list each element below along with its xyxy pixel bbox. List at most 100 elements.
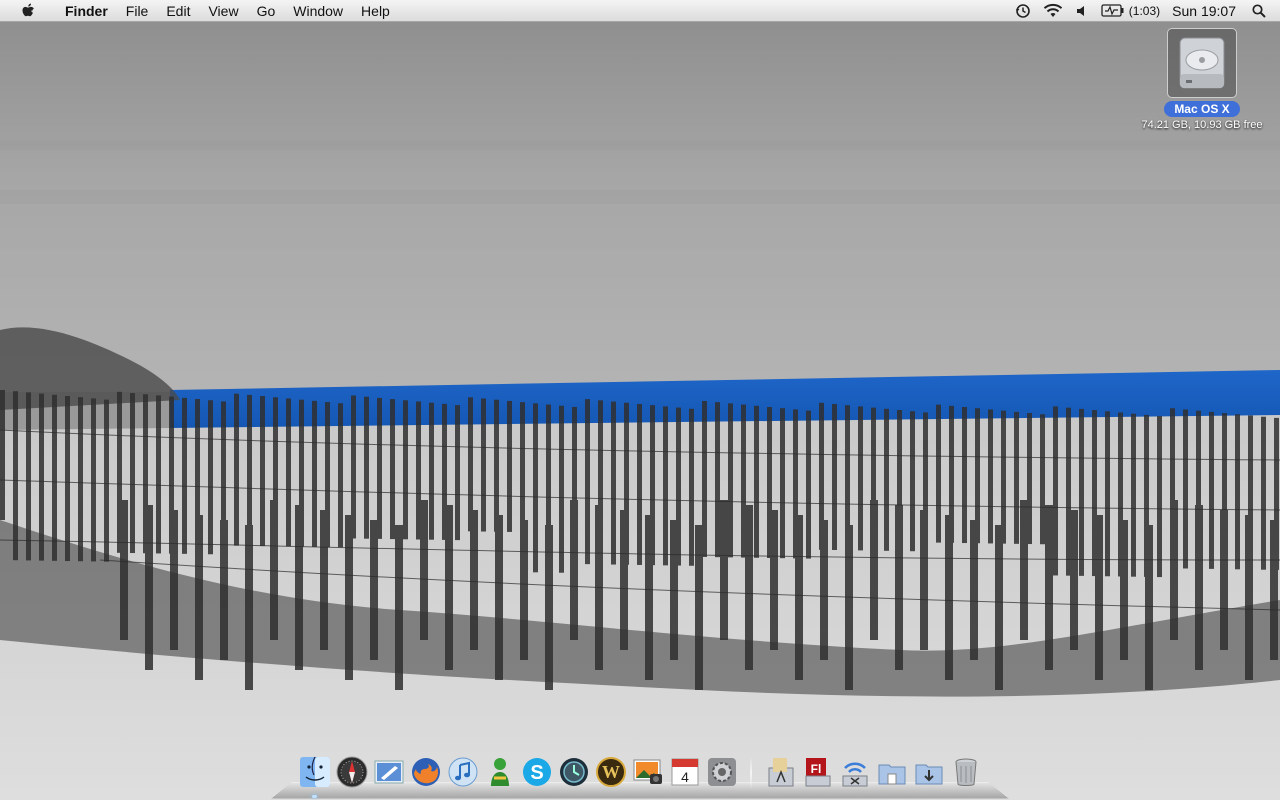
- fence-post: [559, 405, 564, 573]
- fence-post: [320, 510, 328, 650]
- fence-post: [420, 500, 428, 640]
- dock-documents-stack-icon[interactable]: [875, 754, 908, 790]
- fence-post: [39, 393, 44, 561]
- menu-file[interactable]: File: [117, 0, 158, 22]
- fence-post: [286, 398, 291, 547]
- fence-post: [377, 397, 382, 539]
- menubar-clock[interactable]: Sun 19:07: [1166, 0, 1246, 22]
- fence-post: [234, 393, 239, 546]
- app-menu-finder[interactable]: Finder: [56, 0, 117, 22]
- fence-post: [1209, 411, 1214, 569]
- fence-post: [295, 505, 303, 670]
- drive-name-label[interactable]: Mac OS X: [1164, 101, 1240, 117]
- fence-post: [481, 398, 486, 532]
- fence-post: [260, 396, 265, 547]
- dock-trash-icon[interactable]: [949, 754, 982, 790]
- fence-post: [637, 403, 642, 565]
- dock-safari-icon[interactable]: [335, 754, 368, 790]
- battery-icon[interactable]: (1:03): [1095, 0, 1166, 22]
- menu-view[interactable]: View: [199, 0, 247, 22]
- menu-edit[interactable]: Edit: [157, 0, 199, 22]
- fence-post: [1220, 510, 1228, 650]
- dock-time-machine-icon[interactable]: [557, 754, 590, 790]
- svg-text:Fl: Fl: [810, 762, 821, 776]
- dock: S W 4 Fl: [298, 750, 982, 798]
- menu-help[interactable]: Help: [352, 0, 399, 22]
- fence-post: [0, 390, 5, 520]
- dock-skype-icon[interactable]: S: [520, 754, 553, 790]
- fence-post: [507, 400, 512, 532]
- dock-adium-icon[interactable]: [483, 754, 516, 790]
- dock-flash-stack-icon[interactable]: Fl: [801, 754, 834, 790]
- fence-post: [1001, 410, 1006, 544]
- hard-drive-desktop-icon[interactable]: Mac OS X 74.21 GB, 10.93 GB free: [1140, 28, 1264, 131]
- fence-post: [720, 500, 728, 640]
- fence-post: [345, 515, 353, 680]
- fence-post: [338, 403, 343, 548]
- dock-utilities-stack-icon[interactable]: [838, 754, 871, 790]
- fence-post: [1120, 520, 1128, 660]
- fence-post: [988, 409, 993, 544]
- menu-window[interactable]: Window: [284, 0, 352, 22]
- fence-post: [715, 402, 720, 558]
- dock-mail-icon[interactable]: [372, 754, 405, 790]
- fence-post: [1235, 414, 1240, 570]
- fence-post: [429, 402, 434, 540]
- dock-ical-icon[interactable]: 4: [668, 754, 701, 790]
- fence-post: [620, 510, 628, 650]
- wifi-icon[interactable]: [1037, 0, 1069, 22]
- fence-post: [663, 406, 668, 566]
- fence-post: [670, 520, 678, 660]
- fence-post: [220, 520, 228, 660]
- hard-drive-icon[interactable]: [1167, 28, 1237, 98]
- fence-post: [370, 520, 378, 660]
- dock-finder-icon[interactable]: [298, 754, 331, 798]
- menu-bar: Finder File Edit View Go Window Help (1:…: [0, 0, 1280, 22]
- dock-firefox-icon[interactable]: [409, 754, 442, 790]
- fence-post: [403, 400, 408, 540]
- fence-post: [1170, 500, 1178, 640]
- spotlight-icon[interactable]: [1246, 0, 1280, 22]
- fence-post: [208, 400, 213, 555]
- fence-post: [570, 500, 578, 640]
- dock-downloads-stack-icon[interactable]: [912, 754, 945, 790]
- menu-go[interactable]: Go: [248, 0, 285, 22]
- fence-post: [247, 394, 252, 546]
- fence-post: [858, 406, 863, 551]
- fence-post: [364, 396, 369, 539]
- fence-post: [845, 525, 853, 690]
- dock-iphoto-icon[interactable]: [631, 754, 664, 790]
- fence-post: [390, 399, 395, 540]
- fence-post: [884, 408, 889, 551]
- svg-text:4: 4: [681, 769, 689, 785]
- fence-post: [754, 405, 759, 558]
- fence-post: [1053, 406, 1058, 576]
- fence-post: [770, 510, 778, 650]
- time-machine-icon[interactable]: [1009, 0, 1037, 22]
- fence-post: [1014, 411, 1019, 544]
- fence-post: [312, 400, 317, 547]
- desktop-wallpaper: [0, 0, 1280, 800]
- dock-system-preferences-icon[interactable]: [705, 754, 738, 790]
- apple-menu-icon[interactable]: [0, 0, 56, 22]
- fence-post: [494, 399, 499, 532]
- fence-post: [270, 500, 278, 640]
- volume-icon[interactable]: [1069, 0, 1095, 22]
- dock-world-of-warcraft-icon[interactable]: W: [594, 754, 627, 790]
- fence-post: [1040, 414, 1045, 545]
- fence-post: [1105, 411, 1110, 577]
- battery-time: (1:03): [1128, 3, 1161, 18]
- fence-post: [689, 408, 694, 566]
- fence-post: [728, 403, 733, 558]
- fence-post: [1095, 515, 1103, 680]
- dock-separator[interactable]: [750, 756, 752, 790]
- fence-post: [1020, 500, 1028, 640]
- fence-post: [1261, 416, 1266, 570]
- fence-post: [820, 520, 828, 660]
- dock-itunes-icon[interactable]: [446, 754, 479, 790]
- fence-post: [1270, 520, 1278, 660]
- fence-post: [520, 520, 528, 660]
- fence-post: [1145, 525, 1153, 690]
- fence-post: [962, 407, 967, 544]
- dock-applications-stack-icon[interactable]: [764, 754, 797, 790]
